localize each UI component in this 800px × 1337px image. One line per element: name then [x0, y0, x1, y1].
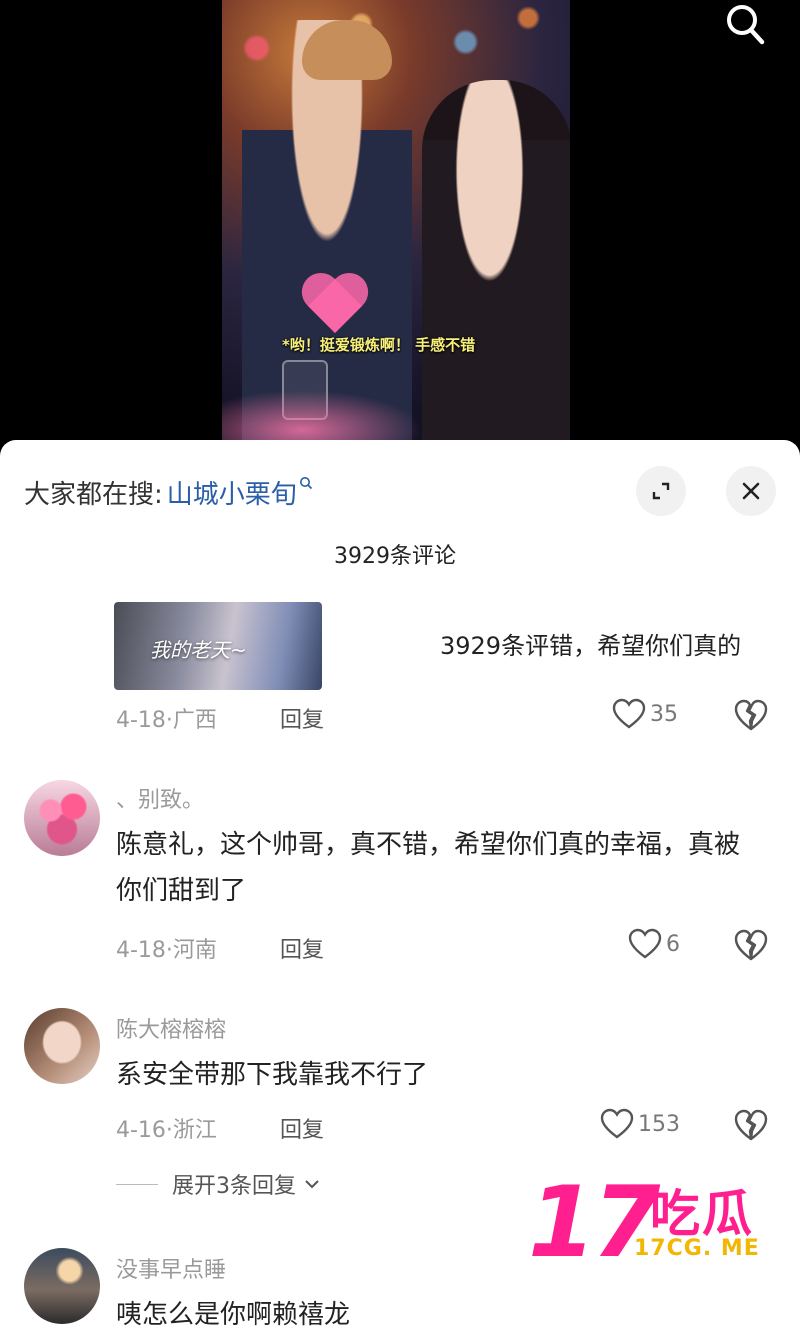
reply-button[interactable]: 回复 — [280, 702, 324, 734]
avatar[interactable] — [24, 1248, 100, 1324]
broken-heart-icon — [734, 929, 768, 961]
like-count: 35 — [650, 701, 678, 727]
comment-date-location: 4-16·浙江 — [116, 1118, 217, 1143]
avatar[interactable] — [24, 780, 100, 856]
like-button[interactable]: 153 — [600, 1108, 680, 1140]
like-button[interactable]: 6 — [628, 928, 680, 960]
comment-username[interactable]: 陈大榕榕榕 — [116, 1012, 226, 1044]
comment-text: 系安全带那下我靠我不行了 — [116, 1060, 429, 1090]
like-count: 153 — [638, 1111, 680, 1137]
dislike-button[interactable] — [734, 928, 768, 962]
dislike-button[interactable] — [734, 698, 768, 732]
expand-button[interactable] — [636, 466, 686, 516]
expand-replies-label: 展开3条回复 — [172, 1174, 296, 1199]
close-icon — [742, 482, 760, 500]
video-area: *哟！挺爱锻炼啊！ 手感不错 — [0, 0, 800, 450]
heart-sticker — [300, 275, 370, 337]
reply-button[interactable]: 回复 — [280, 1112, 324, 1144]
trending-search[interactable]: 大家都在搜: 山城小栗旬 — [24, 472, 313, 512]
dislike-button[interactable] — [734, 1108, 768, 1142]
broken-heart-icon — [734, 1109, 768, 1141]
avatar[interactable] — [24, 1008, 100, 1084]
site-watermark: 17 吃瓜 17CG. ME — [528, 1166, 790, 1280]
video-person-woman — [422, 80, 570, 440]
video-subtitle: *哟！挺爱锻炼啊！ 手感不错 — [282, 336, 476, 354]
expand-replies[interactable]: 展开3条回复 — [116, 1168, 322, 1200]
comment-image-caption: 我的老天~ — [150, 638, 247, 662]
comment-image[interactable]: 我的老天~ — [114, 602, 322, 690]
watermark-domain: 17CG. ME — [634, 1236, 760, 1261]
comment-text: 陈意礼，这个帅哥，真不错，希望你们真的幸福，真被你们甜到了 — [116, 830, 741, 906]
comment-text: 咦怎么是你啊赖禧龙 — [116, 1300, 351, 1330]
trending-search-prefix: 大家都在搜: — [24, 479, 163, 510]
comment-date-location: 4-18·广西 — [116, 708, 217, 733]
video-player[interactable]: *哟！挺爱锻炼啊！ 手感不错 — [222, 0, 570, 440]
heart-icon — [600, 1108, 634, 1139]
watermark-number: 17 — [528, 1166, 660, 1280]
comment-username[interactable]: 、别致。 — [116, 782, 204, 814]
reply-button[interactable]: 回复 — [280, 932, 324, 964]
overlapping-comment-text: 3929条评错，希望你们真的 — [440, 632, 742, 660]
comment-date-location: 4-18·河南 — [116, 938, 217, 963]
video-flowers — [222, 390, 422, 440]
search-button[interactable] — [718, 2, 768, 46]
close-button[interactable] — [726, 466, 776, 516]
comment-count: 3929条评论 — [334, 544, 456, 569]
expand-icon — [652, 482, 670, 500]
like-count: 6 — [666, 931, 680, 957]
chevron-down-icon — [305, 1180, 319, 1189]
heart-icon — [628, 928, 662, 959]
broken-heart-icon — [734, 699, 768, 731]
search-icon — [727, 5, 765, 45]
heart-icon — [612, 698, 646, 729]
comment-username[interactable]: 没事早点睡 — [116, 1252, 226, 1284]
trending-search-term[interactable]: 山城小栗旬 — [167, 474, 297, 511]
small-search-icon — [299, 475, 313, 494]
like-button[interactable]: 35 — [612, 698, 678, 730]
divider — [116, 1183, 158, 1185]
